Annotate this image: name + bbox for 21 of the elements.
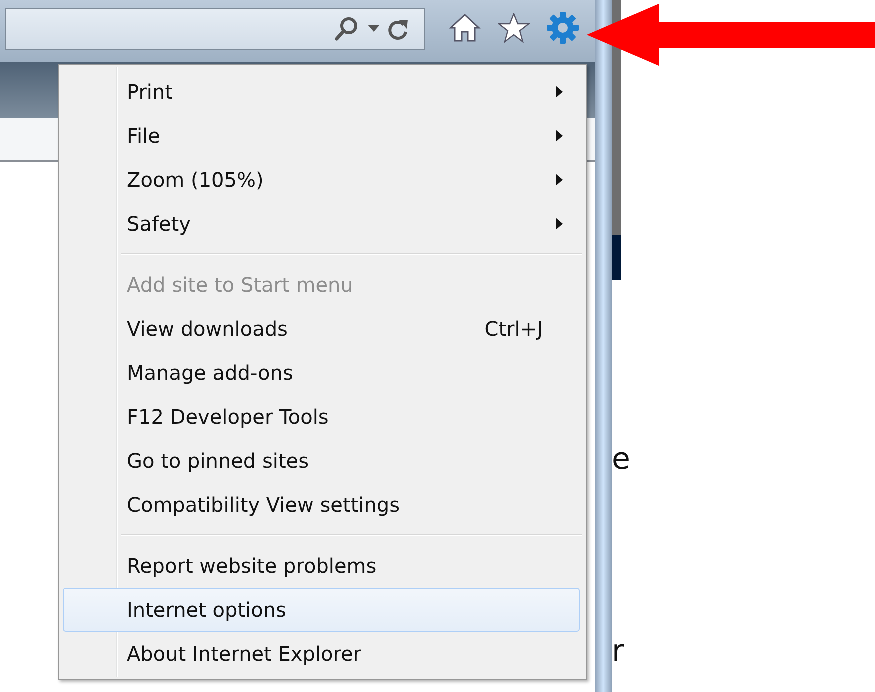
dropdown-caret-icon[interactable] bbox=[368, 25, 380, 33]
shortcut-text: Ctrl+J bbox=[484, 317, 543, 341]
star-icon[interactable] bbox=[498, 13, 530, 43]
menu-item[interactable]: View downloads Ctrl+J bbox=[63, 307, 580, 351]
menu-item[interactable]: Internet options bbox=[63, 588, 580, 632]
menu-item[interactable]: Compatibility View settings bbox=[63, 483, 580, 527]
menu-item[interactable]: F12 Developer Tools bbox=[63, 395, 580, 439]
menu-item[interactable]: File bbox=[63, 114, 580, 158]
refresh-icon[interactable] bbox=[388, 17, 410, 41]
menu-item[interactable]: Manage add-ons bbox=[63, 351, 580, 395]
address-bar[interactable] bbox=[5, 8, 425, 50]
search-icon[interactable] bbox=[334, 16, 360, 42]
menu-item[interactable]: Safety bbox=[63, 202, 580, 246]
menu-item[interactable]: About Internet Explorer bbox=[63, 632, 580, 676]
menu-item[interactable]: Report website problems bbox=[63, 544, 580, 588]
home-icon[interactable] bbox=[449, 13, 481, 43]
menu-item[interactable]: Go to pinned sites bbox=[63, 439, 580, 483]
menu-item[interactable]: Zoom (105%) bbox=[63, 158, 580, 202]
page-text-fragment: r bbox=[612, 637, 624, 667]
menu-item[interactable]: Print bbox=[63, 70, 580, 114]
page-text-fragment: e bbox=[612, 445, 630, 475]
